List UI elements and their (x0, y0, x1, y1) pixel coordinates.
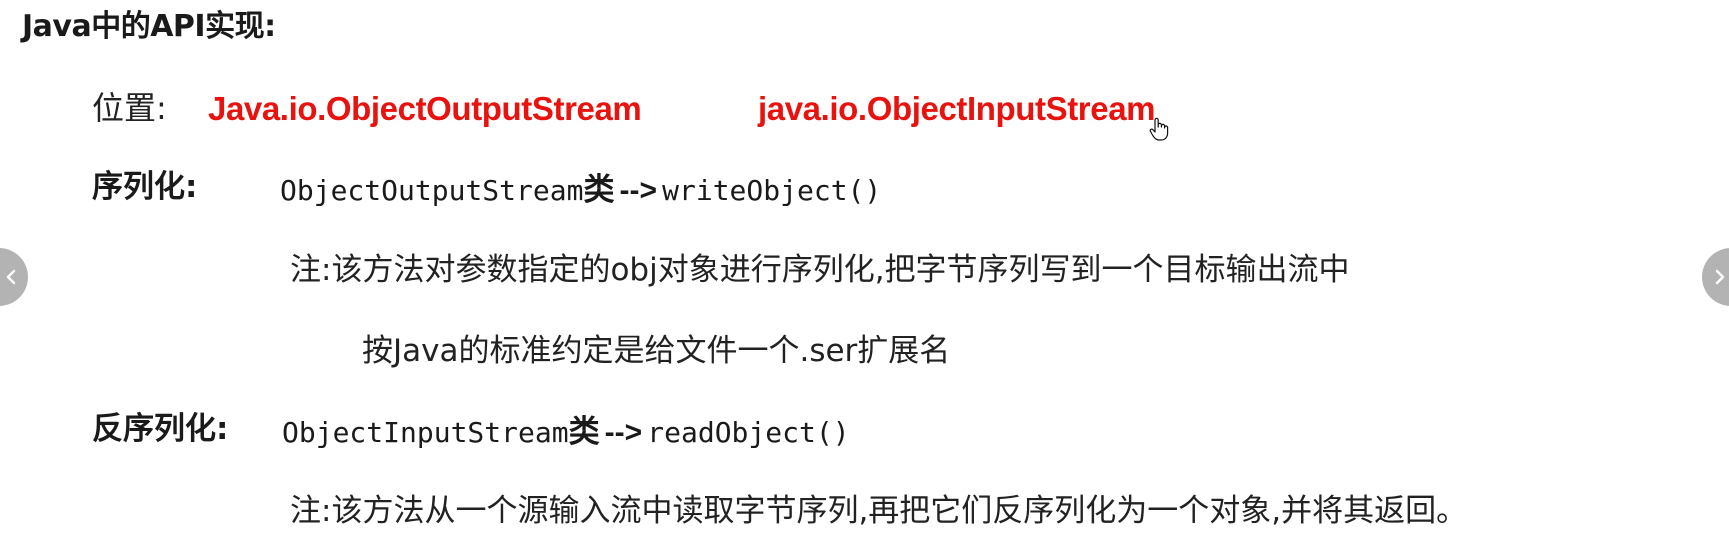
deserialize-label: 反序列化: (92, 411, 229, 447)
image-viewer: Java中的API实现: 位置: Java.io.ObjectOutputStr… (0, 0, 1729, 537)
serialize-class-word: 类 (583, 172, 615, 208)
serialize-row: 序列化: (92, 172, 197, 203)
serialize-method: writeObject() (662, 174, 882, 207)
deserialize-note: 注:该方法从一个源输入流中读取字节序列,再把它们反序列化为一个对象,并将其返回。 (290, 493, 1468, 529)
serialize-label: 序列化: (92, 169, 198, 205)
deserialize-code: ObjectInputStream类 --> readObject() (282, 417, 850, 448)
deserialize-method: readObject() (647, 416, 850, 449)
serialize-note-extension: 按Java的标准约定是给文件一个.ser扩展名 (362, 333, 951, 369)
serialize-class-name: ObjectOutputStream (280, 174, 584, 207)
chevron-right-icon (1715, 269, 1725, 285)
location-label: 位置: (92, 89, 167, 127)
deserialize-class-name: ObjectInputStream (282, 416, 569, 449)
output-stream-class: Java.io.ObjectOutputStream (208, 90, 642, 127)
serialize-arrow: --> (619, 174, 658, 207)
deserialize-class-word: 类 (568, 414, 600, 450)
deserialize-row: 反序列化: (92, 414, 228, 445)
section-heading: Java中的API实现: (22, 9, 276, 44)
serialize-note: 注:该方法对参数指定的obj对象进行序列化,把字节序列写到一个目标输出流中 (290, 252, 1350, 288)
deserialize-arrow: --> (604, 416, 643, 449)
serialize-code: ObjectOutputStream类 --> writeObject() (280, 175, 881, 206)
input-stream-class: java.io.ObjectInputStream (758, 90, 1156, 127)
chevron-left-icon (6, 269, 16, 285)
hand-cursor-icon (1149, 117, 1169, 141)
location-row: 位置: (92, 92, 167, 124)
